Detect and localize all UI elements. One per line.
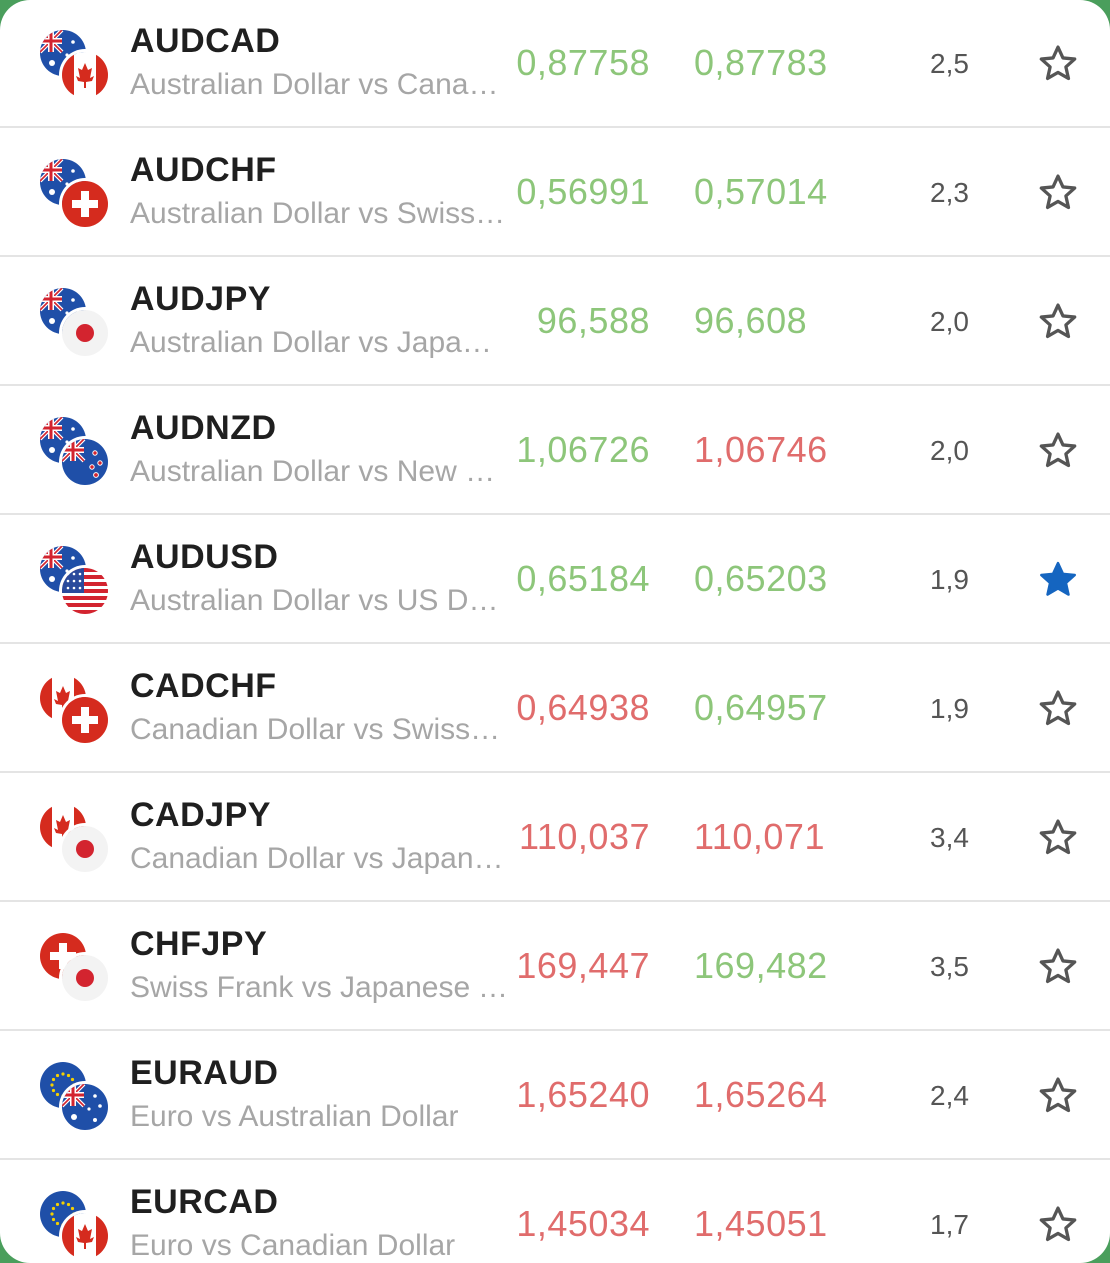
bid-price: 0,87758	[516, 42, 650, 83]
instrument-description: Canadian Dollar vs Japanese Yen	[130, 842, 508, 875]
instrument-row[interactable]: AUDNZD Australian Dollar vs New Zealand D…	[0, 387, 1110, 515]
bid-price: 96,588	[536, 300, 650, 341]
japan-flag-icon	[62, 826, 108, 872]
japan-flag-icon	[62, 955, 108, 1001]
bid-price: 0,56991	[516, 171, 650, 212]
spread-value: 1,9	[930, 564, 969, 595]
ask-price: 169,482	[694, 945, 828, 986]
star-outline-icon[interactable]	[1036, 1074, 1080, 1118]
ask-price: 110,071	[694, 816, 825, 857]
currency-pair-flags	[40, 159, 112, 231]
currency-pair-flags	[40, 417, 112, 489]
instrument-row[interactable]: AUDUSD Australian Dollar vs US Dollar 0,65…	[0, 516, 1110, 644]
instrument-row[interactable]: CHFJPY Swiss Frank vs Japanese Yen 169,447…	[0, 903, 1110, 1031]
instrument-row[interactable]: EURAUD Euro vs Australian Dollar 1,65240 1,…	[0, 1032, 1110, 1160]
bid-price: 1,45034	[516, 1203, 650, 1244]
spread-value: 3,5	[930, 951, 969, 982]
instrument-symbol: CADJPY	[130, 796, 271, 834]
switzerland-flag-icon	[62, 181, 108, 227]
ask-price: 1,45051	[694, 1203, 828, 1244]
instrument-row[interactable]: AUDJPY Australian Dollar vs Japanese Yen 9…	[0, 258, 1110, 386]
currency-pair-flags	[40, 933, 112, 1005]
currency-pair-flags	[40, 1062, 112, 1134]
ask-price: 0,65203	[694, 558, 828, 599]
ask-price: 0,87783	[694, 42, 828, 83]
bid-price: 169,447	[516, 945, 650, 986]
bid-price: 0,65184	[516, 558, 650, 599]
currency-pair-flags	[40, 804, 112, 876]
instrument-symbol: CADCHF	[130, 667, 277, 705]
instrument-symbol: AUDCHF	[130, 151, 277, 189]
instrument-row[interactable]: AUDCHFAustralian Dollar vs Swiss Frank0,…	[0, 129, 1110, 257]
instrument-row[interactable]: CADCHFCanadian Dollar vs Swiss Frank0,64…	[0, 645, 1110, 773]
instrument-description: Canadian Dollar vs Swiss Frank	[130, 713, 508, 746]
instrument-symbol: AUDJPY	[130, 280, 271, 318]
currency-pair-flags	[40, 546, 112, 618]
instrument-symbol: EURCAD	[130, 1183, 279, 1221]
instrument-symbol: AUDUSD	[130, 538, 279, 576]
instrument-symbol: CHFJPY	[130, 925, 268, 963]
instrument-symbol: EURAUD	[130, 1054, 279, 1092]
spread-value: 2,0	[930, 435, 969, 466]
currency-pair-flags	[40, 1191, 112, 1263]
star-outline-icon[interactable]	[1036, 1203, 1080, 1247]
instrument-row[interactable]: AUDCAD Australian Dollar vs Canadian Doll…	[0, 0, 1110, 128]
instrument-description: Euro vs Australian Dollar	[130, 1100, 459, 1133]
ask-price: 0,64957	[694, 687, 828, 728]
star-outline-icon[interactable]	[1036, 816, 1080, 860]
spread-value: 2,4	[930, 1080, 969, 1111]
instrument-description: Australian Dollar vs New Zealand Dollar	[130, 455, 508, 488]
australia-flag-icon	[62, 1084, 108, 1130]
instrument-list: AUDCAD Australian Dollar vs Canadian Doll…	[0, 0, 1110, 1263]
currency-pair-flags	[40, 30, 112, 102]
ask-price: 0,57014	[694, 171, 828, 212]
canada-flag-icon	[62, 1213, 108, 1259]
new-zealand-flag-icon	[62, 439, 108, 485]
star-outline-icon[interactable]	[1036, 171, 1080, 215]
spread-value: 2,0	[930, 306, 969, 337]
japan-flag-icon	[62, 310, 108, 356]
instrument-symbol: AUDNZD	[130, 409, 277, 447]
instrument-description: Swiss Frank vs Japanese Yen	[130, 971, 508, 1004]
ask-price: 1,06746	[694, 429, 828, 470]
star-outline-icon[interactable]	[1036, 687, 1080, 731]
star-filled-icon[interactable]	[1036, 558, 1080, 602]
star-outline-icon[interactable]	[1036, 300, 1080, 344]
star-outline-icon[interactable]	[1036, 42, 1080, 86]
currency-pair-flags	[40, 675, 112, 747]
instrument-symbol: AUDCAD	[130, 22, 281, 60]
bid-price: 1,06726	[516, 429, 650, 470]
canada-flag-icon	[62, 52, 108, 98]
instrument-description: Australian Dollar vs Canadian Dollar	[130, 68, 508, 101]
instrument-description: Australian Dollar vs Swiss Frank	[130, 197, 508, 230]
currency-pair-flags	[40, 288, 112, 360]
bid-price: 110,037	[519, 816, 650, 857]
bid-price: 1,65240	[516, 1074, 650, 1115]
switzerland-flag-icon	[62, 697, 108, 743]
instrument-description: Australian Dollar vs Japanese Yen	[130, 326, 508, 359]
spread-value: 1,7	[930, 1209, 969, 1240]
instrument-row[interactable]: EURCAD Euro vs Canadian Dollar 1,45034 1,45…	[0, 1161, 1110, 1263]
instrument-row[interactable]: CADJPY Canadian Dollar vs Japanese Yen 110…	[0, 774, 1110, 902]
spread-value: 1,9	[930, 693, 969, 724]
spread-value: 2,5	[930, 48, 969, 79]
bid-price: 0,64938	[516, 687, 650, 728]
spread-value: 2,3	[930, 177, 969, 208]
instrument-description: Australian Dollar vs US Dollar	[130, 584, 508, 617]
ask-price: 1,65264	[694, 1074, 828, 1115]
instrument-description: Euro vs Canadian Dollar	[130, 1229, 456, 1262]
spread-value: 3,4	[930, 822, 969, 853]
usa-flag-icon	[62, 568, 108, 614]
ask-price: 96,608	[694, 300, 808, 341]
star-outline-icon[interactable]	[1036, 945, 1080, 989]
star-outline-icon[interactable]	[1036, 429, 1080, 473]
